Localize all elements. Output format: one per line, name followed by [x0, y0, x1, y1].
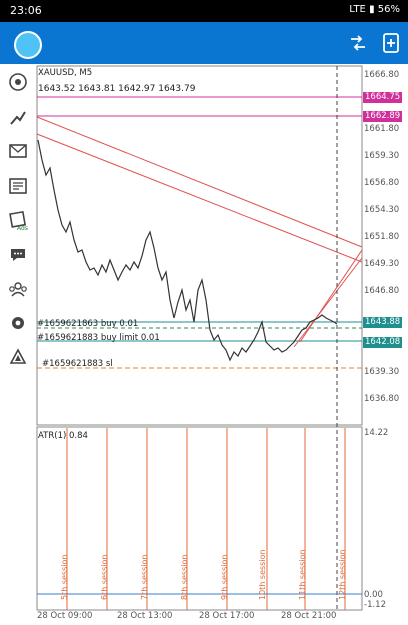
- y-tick: 1656.80: [364, 178, 400, 188]
- price-badge-1642: 1642.08: [363, 337, 402, 348]
- y-tick: 1639.30: [364, 367, 400, 377]
- session-label: 8th session: [180, 554, 189, 600]
- session-label: 11th session: [298, 549, 307, 600]
- atr-label: ATR(1) 0.84: [38, 431, 88, 441]
- y-tick: 1636.80: [364, 394, 400, 404]
- x-tick: 28 Oct 21:00: [281, 611, 337, 621]
- price-badge-1662: 1662.89: [363, 111, 402, 122]
- y-tick: 1666.80: [364, 70, 400, 80]
- y-tick: 1659.30: [364, 151, 400, 161]
- session-label: 7th session: [140, 554, 149, 600]
- atr-tick-zero: 0.00: [364, 590, 383, 600]
- atr-tick-top: 14.22: [364, 428, 389, 438]
- chart-area[interactable]: XAUUSD, M5 1643.52 1643.81 1642.97 1643.…: [36, 64, 408, 625]
- y-tick: 1649.30: [364, 259, 400, 269]
- y-tick: 1654.30: [364, 205, 400, 215]
- x-tick: 28 Oct 13:00: [117, 611, 173, 621]
- order-sl-label[interactable]: #1659621883 sl: [42, 359, 113, 369]
- order-buy-limit-label[interactable]: #1659621883 buy limit 0.01: [37, 333, 160, 343]
- y-tick: 1661.80: [364, 124, 400, 134]
- trend-line-lower: [36, 133, 363, 263]
- price-badge-1664: 1664.75: [363, 92, 402, 103]
- session-label: 6th session: [100, 554, 109, 600]
- atr-tick-bottom: -1.12: [364, 600, 386, 610]
- price-badge-1643: 1643.88: [363, 317, 402, 328]
- symbol-label: XAUUSD, M5: [38, 68, 93, 78]
- y-tick: 1646.80: [364, 286, 400, 296]
- x-tick: 28 Oct 09:00: [37, 611, 93, 621]
- ohlc-readout: 1643.52 1643.81 1642.97 1643.79: [38, 84, 196, 94]
- indicator-frame: [36, 426, 363, 611]
- session-label: 12th session: [338, 549, 347, 600]
- trend-line-rise-a: [293, 257, 363, 348]
- session-label: 10th session: [258, 549, 267, 600]
- order-buy-label[interactable]: #1659621863 buy 0.01: [37, 319, 138, 329]
- main-chart-frame: [36, 65, 363, 426]
- trend-line-upper: [36, 116, 363, 248]
- x-tick: 28 Oct 17:00: [199, 611, 255, 621]
- y-tick: 1651.80: [364, 232, 400, 242]
- session-label: 9th session: [220, 554, 229, 600]
- session-label: 5th session: [60, 554, 69, 600]
